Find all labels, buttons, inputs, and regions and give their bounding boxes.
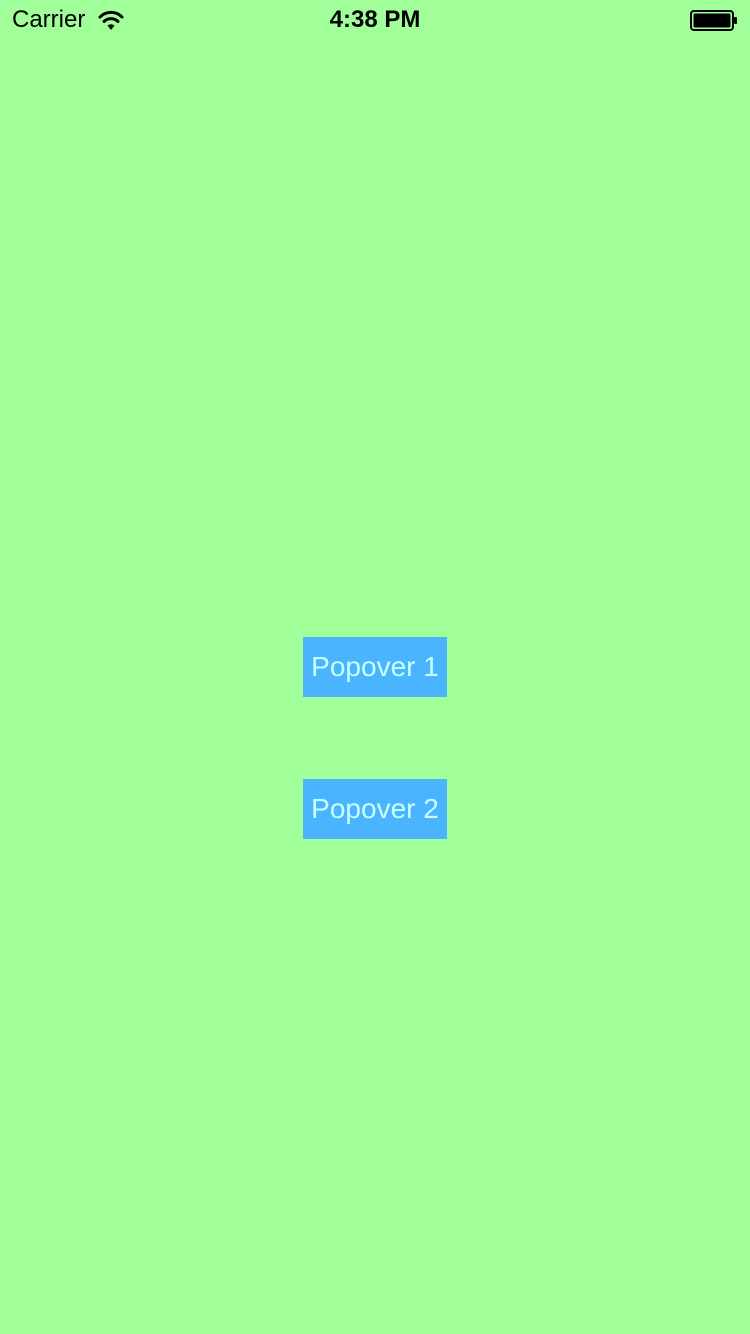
status-time: 4:38 PM (329, 6, 421, 33)
popover-2-button[interactable]: Popover 2 (303, 779, 447, 839)
status-bar: Carrier 4:38 PM (0, 0, 750, 40)
popover-1-button[interactable]: Popover 1 (303, 637, 447, 697)
battery-icon (690, 10, 737, 31)
